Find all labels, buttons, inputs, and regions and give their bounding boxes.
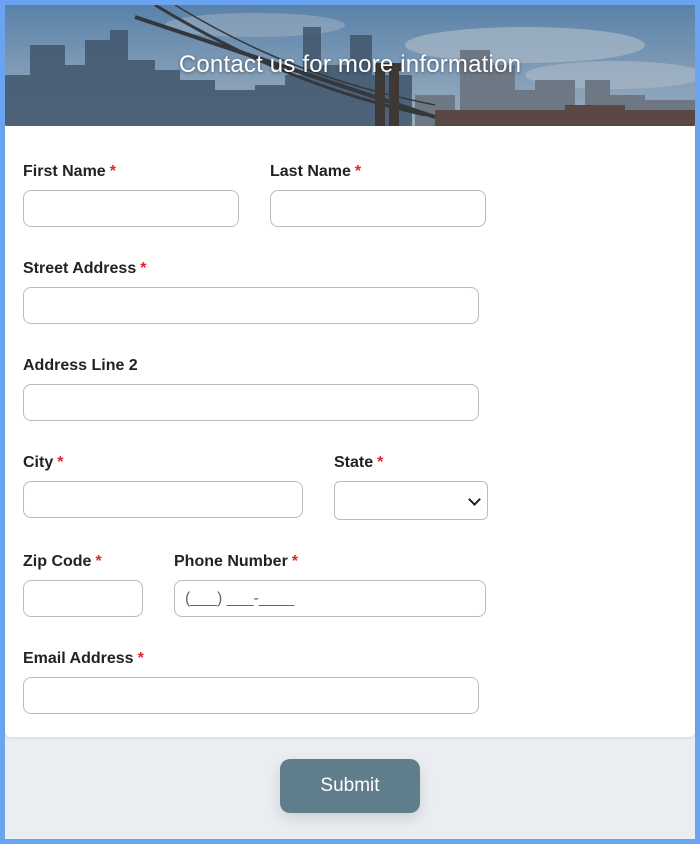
required-marker: * xyxy=(109,163,116,180)
address-line-2-field[interactable] xyxy=(23,384,479,421)
required-marker: * xyxy=(95,553,102,570)
zip-code-field[interactable] xyxy=(23,580,143,617)
required-marker: * xyxy=(57,454,64,471)
form-title: Contact us for more information xyxy=(178,51,522,78)
state-label: State * xyxy=(334,454,384,471)
street-address-label: Street Address * xyxy=(23,260,147,277)
chevron-down-icon xyxy=(468,493,481,506)
last-name-field[interactable] xyxy=(270,190,486,227)
city-field[interactable] xyxy=(23,481,303,518)
required-marker: * xyxy=(140,260,147,277)
required-marker: * xyxy=(137,650,144,667)
city-label: City * xyxy=(23,454,64,471)
form-card: First Name * Last Name * Street Address * A… xyxy=(5,126,695,737)
first-name-field[interactable] xyxy=(23,190,239,227)
email-address-label: Email Address * xyxy=(23,650,144,667)
required-marker: * xyxy=(291,553,299,570)
last-name-label: Last Name * xyxy=(270,163,362,180)
required-marker: * xyxy=(377,454,384,471)
email-address-field[interactable] xyxy=(23,677,479,714)
first-name-label: First Name * xyxy=(23,163,116,180)
phone-number-field[interactable] xyxy=(174,580,486,617)
state-select[interactable] xyxy=(334,481,488,520)
street-address-field[interactable] xyxy=(23,287,479,324)
required-marker: * xyxy=(354,163,362,180)
submit-button[interactable]: Submit xyxy=(280,759,420,813)
header-banner: Contact us for more information xyxy=(5,5,695,130)
zip-code-label: Zip Code * xyxy=(23,553,102,570)
phone-number-label: Phone Number * xyxy=(174,553,299,570)
address-line-2-label: Address Line 2 xyxy=(23,357,138,374)
